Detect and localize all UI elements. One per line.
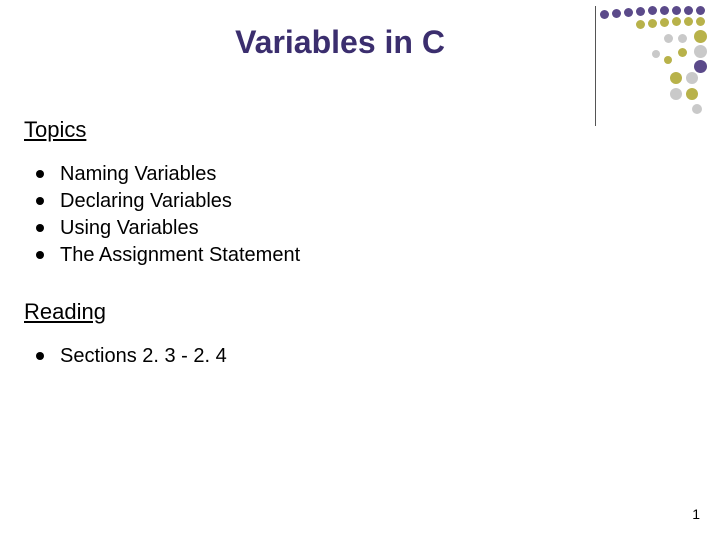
- list-item: Using Variables: [32, 215, 696, 242]
- list-item: Naming Variables: [32, 161, 696, 188]
- slide-title: Variables in C: [124, 24, 556, 61]
- topics-list: Naming Variables Declaring Variables Usi…: [32, 161, 696, 269]
- title-divider: [595, 6, 596, 126]
- reading-section: Reading Sections 2. 3 - 2. 4: [24, 299, 696, 370]
- list-item: Declaring Variables: [32, 188, 696, 215]
- list-item: The Assignment Statement: [32, 242, 696, 269]
- corner-decoration: [600, 6, 712, 116]
- reading-list: Sections 2. 3 - 2. 4: [32, 343, 696, 370]
- reading-heading: Reading: [24, 299, 696, 325]
- topics-section: Topics Naming Variables Declaring Variab…: [24, 117, 696, 269]
- list-item: Sections 2. 3 - 2. 4: [32, 343, 696, 370]
- slide: Variables in C Topics Naming Variables D…: [0, 0, 720, 540]
- page-number: 1: [692, 506, 700, 522]
